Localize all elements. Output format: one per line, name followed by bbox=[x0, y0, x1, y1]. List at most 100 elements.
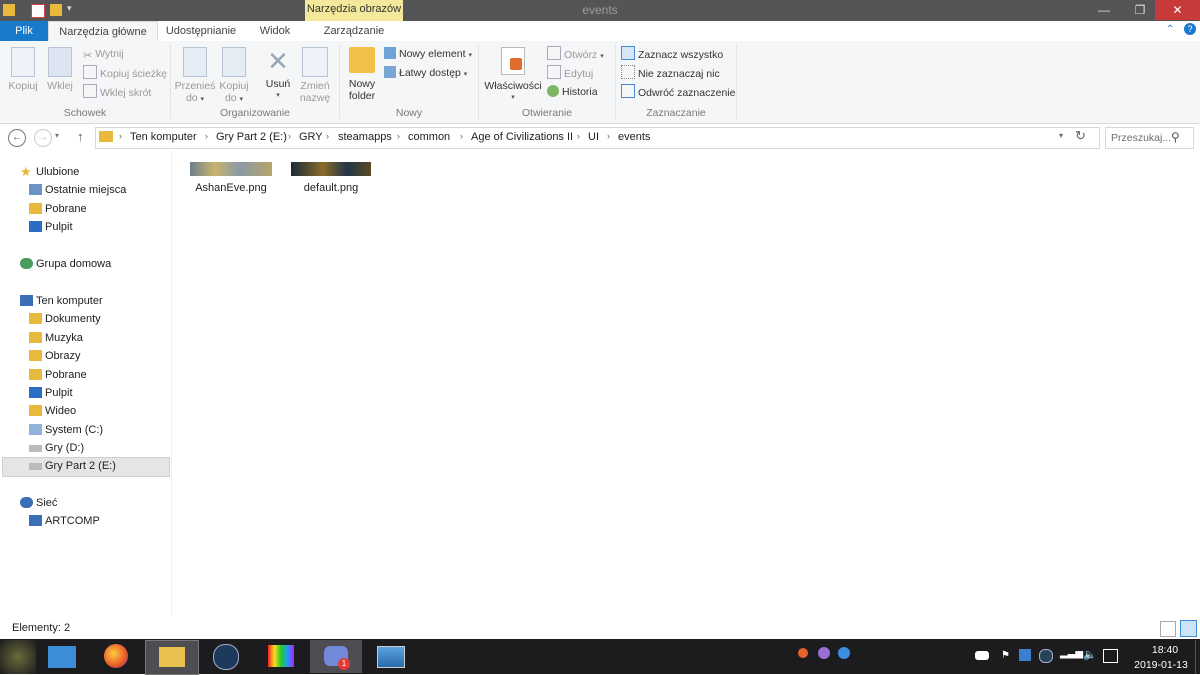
up-arrow-icon[interactable]: ↑ bbox=[77, 129, 84, 144]
invert-selection-button[interactable]: Odwróć zaznaczenie bbox=[621, 84, 735, 100]
new-item-button[interactable]: Nowy element ▾ bbox=[384, 46, 472, 62]
maximize-button[interactable]: ❐ bbox=[1123, 0, 1157, 20]
breadcrumb-separator-icon[interactable]: › bbox=[288, 131, 291, 141]
forward-arrow-icon[interactable]: → bbox=[34, 129, 52, 147]
nav-downloads-favorite[interactable]: Pobrane bbox=[29, 200, 87, 218]
edit-button[interactable]: Edytuj bbox=[547, 65, 593, 81]
nav-documents[interactable]: Dokumenty bbox=[29, 310, 101, 328]
taskbar-explorer-button[interactable] bbox=[145, 640, 199, 675]
details-view-icon[interactable] bbox=[1160, 621, 1176, 637]
breadcrumb-separator-icon[interactable]: › bbox=[119, 131, 122, 141]
desktop-app-icon[interactable] bbox=[48, 646, 76, 668]
breadcrumb-gry[interactable]: GRY bbox=[299, 131, 323, 143]
tab-manage[interactable]: Zarządzanie bbox=[305, 21, 403, 41]
keyboard-layout-icon[interactable] bbox=[1103, 649, 1118, 663]
breadcrumb-ui[interactable]: UI bbox=[588, 131, 599, 143]
invert-selection-label: Odwróć zaznaczenie bbox=[638, 87, 736, 99]
action-center-flag-icon[interactable]: ⚑ bbox=[1001, 650, 1010, 661]
nav-videos[interactable]: Wideo bbox=[29, 402, 76, 420]
clock-date[interactable]: 2019-01-13 bbox=[1131, 659, 1191, 671]
show-desktop-button[interactable] bbox=[1195, 640, 1200, 674]
file-item[interactable]: default.png bbox=[286, 162, 376, 194]
tray-discord-icon[interactable] bbox=[975, 651, 989, 660]
nav-drive-e[interactable]: Gry Part 2 (E:) bbox=[29, 457, 116, 475]
tab-file[interactable]: Plik bbox=[0, 21, 48, 41]
tray-app-icon[interactable] bbox=[838, 647, 850, 659]
clock-time[interactable]: 18:40 bbox=[1145, 644, 1185, 656]
easy-access-button[interactable]: Łatwy dostęp ▾ bbox=[384, 65, 467, 81]
copy-to-button[interactable]: Kopiuj do ▾ bbox=[216, 47, 252, 106]
nav-this-pc[interactable]: Ten komputer bbox=[20, 292, 103, 310]
copy-path-button[interactable]: Kopiuj ścieżkę bbox=[83, 65, 167, 81]
properties-button[interactable]: Właściwości ▾ bbox=[484, 47, 542, 104]
large-icons-view-icon[interactable] bbox=[1180, 620, 1197, 637]
taskbar-firefox-button[interactable] bbox=[90, 640, 142, 673]
cut-button[interactable]: ✂ Wytnij bbox=[83, 46, 124, 62]
tab-share[interactable]: Udostępnianie bbox=[160, 21, 242, 41]
nav-network[interactable]: Sieć bbox=[20, 494, 57, 512]
taskbar-discord-button[interactable]: 1 bbox=[310, 640, 362, 673]
tab-view[interactable]: Widok bbox=[250, 21, 300, 41]
nav-recent-places[interactable]: Ostatnie miejsca bbox=[29, 181, 126, 199]
breadcrumb-this-pc[interactable]: Ten komputer bbox=[130, 131, 197, 143]
paste-shortcut-icon bbox=[83, 84, 97, 98]
history-button[interactable]: Historia bbox=[547, 84, 598, 100]
breadcrumb-separator-icon[interactable]: › bbox=[607, 131, 610, 141]
breadcrumb-separator-icon[interactable]: › bbox=[577, 131, 580, 141]
pane-divider[interactable] bbox=[171, 150, 172, 615]
breadcrumb-separator-icon[interactable]: › bbox=[205, 131, 208, 141]
copy-button[interactable]: Kopiuj bbox=[6, 47, 40, 92]
tray-app-icon[interactable] bbox=[798, 648, 808, 658]
breadcrumb-age-of-civilizations[interactable]: Age of Civilizations II bbox=[471, 131, 573, 143]
nav-desktop[interactable]: Pulpit bbox=[29, 384, 73, 402]
breadcrumb-separator-icon[interactable]: › bbox=[326, 131, 329, 141]
select-none-button[interactable]: Nie zaznaczaj nic bbox=[621, 65, 720, 81]
address-dropdown-icon[interactable]: ▾ bbox=[1059, 131, 1063, 140]
rename-button[interactable]: Zmień nazwę bbox=[296, 47, 334, 104]
nav-favorites[interactable]: ★ Ulubione bbox=[20, 163, 79, 181]
taskbar-paint-button[interactable] bbox=[255, 640, 307, 673]
tray-app-icon[interactable] bbox=[818, 647, 830, 659]
tray-steam-icon[interactable] bbox=[1039, 649, 1053, 663]
volume-icon[interactable]: 🔈 bbox=[1083, 648, 1097, 661]
help-icon[interactable]: ? bbox=[1184, 23, 1196, 35]
network-signal-icon[interactable]: ▂▃▅ bbox=[1060, 648, 1083, 659]
nav-drive-c[interactable]: System (C:) bbox=[29, 421, 103, 439]
tab-home[interactable]: Narzędzia główne bbox=[48, 21, 158, 42]
breadcrumb-common[interactable]: common bbox=[408, 131, 450, 143]
file-item[interactable]: AshanEve.png bbox=[186, 162, 276, 194]
tray-app-icon[interactable] bbox=[1019, 649, 1031, 661]
nav-artcomp[interactable]: ARTCOMP bbox=[29, 512, 100, 530]
refresh-icon[interactable]: ↻ bbox=[1075, 128, 1086, 144]
back-arrow-icon[interactable]: ← bbox=[8, 129, 26, 147]
new-folder-button[interactable]: Nowy folder bbox=[343, 47, 381, 102]
breadcrumb-drive-e[interactable]: Gry Part 2 (E:) bbox=[216, 131, 287, 143]
cut-label: Wytnij bbox=[95, 48, 124, 60]
nav-music[interactable]: Muzyka bbox=[29, 329, 83, 347]
breadcrumb-separator-icon[interactable]: › bbox=[397, 131, 400, 141]
nav-artcomp-label: ARTCOMP bbox=[45, 515, 100, 527]
recent-locations-dropdown-icon[interactable]: ▾ bbox=[55, 131, 59, 140]
paste-shortcut-button[interactable]: Wklej skrót bbox=[83, 84, 151, 100]
open-button[interactable]: Otwórz ▾ bbox=[547, 46, 604, 62]
nav-pictures[interactable]: Obrazy bbox=[29, 347, 80, 365]
nav-drive-d[interactable]: Gry (D:) bbox=[29, 439, 84, 457]
delete-button[interactable]: ✕ Usuń ▾ bbox=[260, 47, 296, 102]
paste-button[interactable]: Wklej bbox=[44, 47, 76, 92]
close-button[interactable]: ✕ bbox=[1155, 0, 1200, 20]
collapse-ribbon-icon[interactable]: ⌃ bbox=[1166, 24, 1174, 35]
select-all-button[interactable]: Zaznacz wszystko bbox=[621, 46, 723, 62]
start-button-icon[interactable] bbox=[0, 640, 36, 674]
minimize-button[interactable]: — bbox=[1087, 0, 1121, 20]
taskbar-steam-button[interactable] bbox=[200, 640, 252, 673]
search-input[interactable]: Przeszukaj... bbox=[1105, 127, 1194, 149]
breadcrumb-separator-icon[interactable]: › bbox=[460, 131, 463, 141]
breadcrumb-events[interactable]: events bbox=[618, 131, 650, 143]
move-to-button[interactable]: Przenieś do ▾ bbox=[174, 47, 216, 106]
nav-downloads[interactable]: Pobrane bbox=[29, 366, 87, 384]
breadcrumb-steamapps[interactable]: steamapps bbox=[338, 131, 392, 143]
nav-homegroup[interactable]: Grupa domowa bbox=[20, 255, 111, 273]
nav-downloads-fav-label: Pobrane bbox=[45, 203, 87, 215]
nav-desktop-favorite[interactable]: Pulpit bbox=[29, 218, 73, 236]
taskbar-photos-button[interactable] bbox=[365, 640, 417, 673]
